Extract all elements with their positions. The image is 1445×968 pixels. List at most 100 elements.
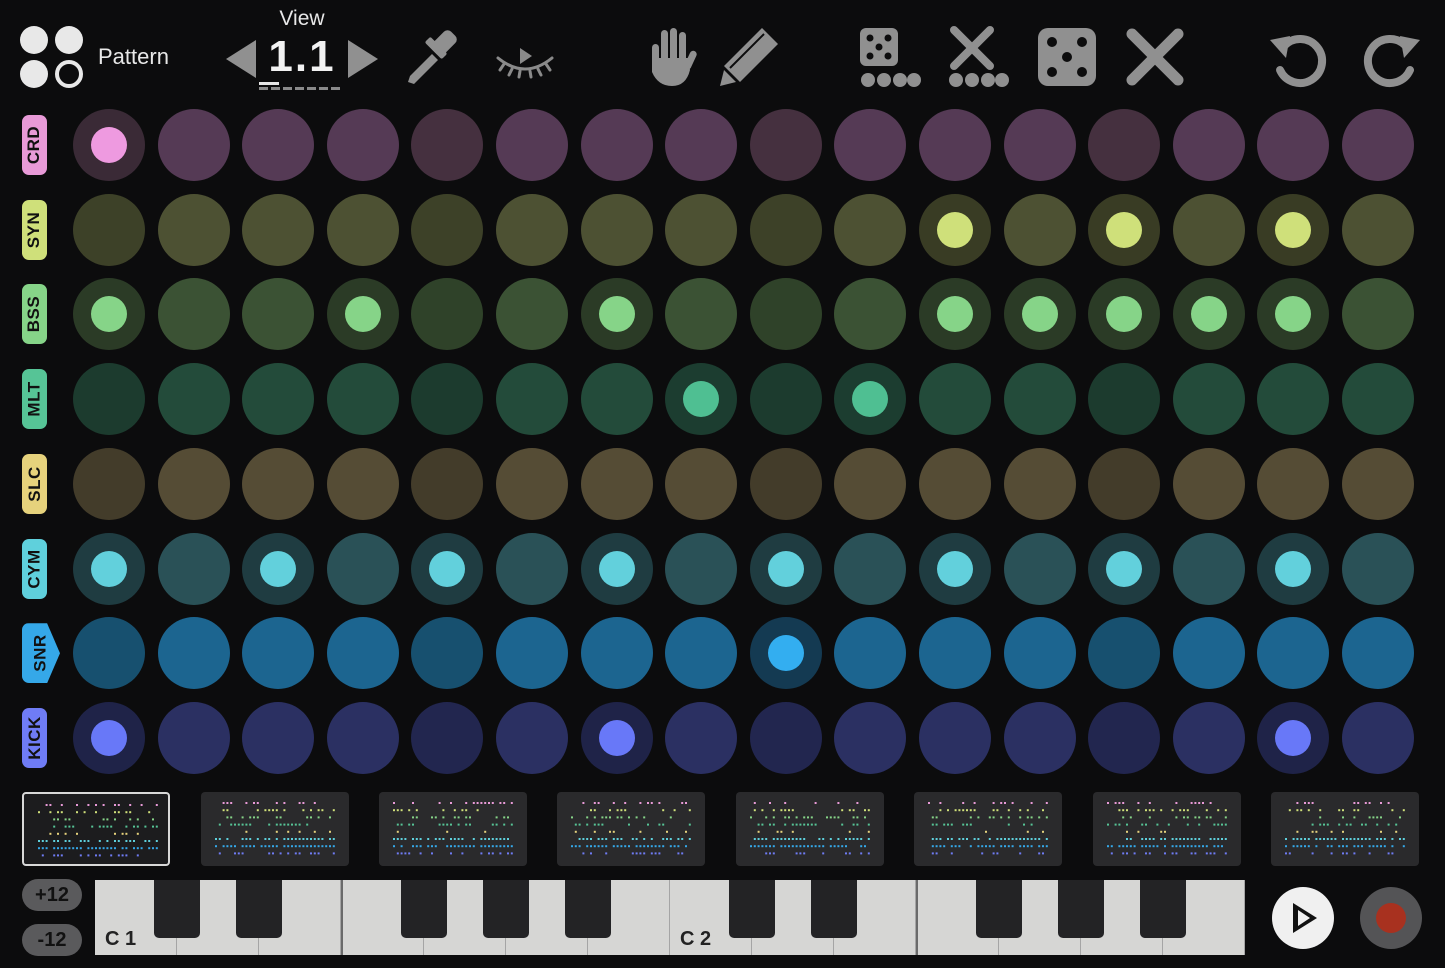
step-pad[interactable] [326, 363, 399, 436]
undo-icon[interactable] [1266, 24, 1332, 90]
step-pad[interactable] [242, 278, 315, 351]
step-pad[interactable] [1172, 617, 1245, 690]
step-pad[interactable] [157, 109, 230, 181]
track-label-syn[interactable]: SYN [22, 199, 47, 260]
track-label-cym[interactable]: CYM [22, 538, 47, 599]
octave-down-button[interactable]: -12 [22, 924, 82, 956]
track-label-snr[interactable]: SNR [22, 623, 60, 684]
step-pad[interactable] [919, 701, 991, 774]
step-pad[interactable] [411, 109, 484, 181]
step-pad[interactable] [157, 278, 230, 351]
step-pad[interactable] [1088, 278, 1161, 351]
step-pad[interactable] [496, 109, 568, 181]
step-pad[interactable] [1003, 278, 1076, 351]
step-pad[interactable] [242, 363, 315, 436]
step-pad[interactable] [326, 109, 399, 181]
step-pad[interactable] [1342, 278, 1414, 351]
step-pad[interactable] [411, 447, 484, 520]
black-key[interactable] [236, 880, 283, 938]
clear-icon[interactable] [1122, 24, 1188, 90]
track-label-mlt[interactable]: MLT [22, 369, 47, 430]
step-pad[interactable] [496, 193, 568, 266]
track-label-bss[interactable]: BSS [22, 284, 47, 345]
step-pad[interactable] [1342, 109, 1414, 181]
step-pad[interactable] [1003, 193, 1076, 266]
step-pad[interactable] [73, 278, 145, 351]
step-pad[interactable] [1172, 109, 1245, 181]
step-pad[interactable] [1172, 363, 1245, 436]
step-pad[interactable] [749, 109, 822, 181]
step-pad[interactable] [242, 532, 315, 605]
step-pad[interactable] [834, 532, 907, 605]
step-pad[interactable] [411, 701, 484, 774]
black-key[interactable] [482, 880, 529, 938]
pattern-thumbnail[interactable] [914, 792, 1062, 866]
step-pad[interactable] [580, 532, 653, 605]
track-label-slc[interactable]: SLC [22, 453, 47, 514]
step-pad[interactable] [1172, 532, 1245, 605]
black-key[interactable] [564, 880, 611, 938]
pattern-thumbnail[interactable] [201, 792, 349, 866]
step-pad[interactable] [1342, 363, 1414, 436]
step-pad[interactable] [411, 363, 484, 436]
black-key[interactable] [400, 880, 447, 938]
step-pad[interactable] [73, 363, 145, 436]
step-pad[interactable] [1172, 447, 1245, 520]
eye-closed-icon[interactable] [492, 24, 558, 90]
step-pad[interactable] [749, 701, 822, 774]
step-pad[interactable] [73, 447, 145, 520]
track-label-crd[interactable]: CRD [22, 115, 47, 175]
step-pad[interactable] [665, 701, 738, 774]
step-pad[interactable] [580, 363, 653, 436]
step-pad[interactable] [580, 617, 653, 690]
step-pad[interactable] [749, 193, 822, 266]
pattern-thumbnail[interactable] [379, 792, 527, 866]
step-pad[interactable] [1342, 193, 1414, 266]
step-pad[interactable] [1342, 447, 1414, 520]
step-pad[interactable] [1088, 617, 1161, 690]
step-pad[interactable] [326, 617, 399, 690]
step-pad[interactable] [749, 447, 822, 520]
step-pad[interactable] [665, 532, 738, 605]
eyedropper-icon[interactable] [400, 24, 466, 90]
step-pad[interactable] [580, 701, 653, 774]
black-key[interactable] [975, 880, 1022, 938]
step-pad[interactable] [919, 617, 991, 690]
step-pad[interactable] [665, 363, 738, 436]
step-pad[interactable] [665, 617, 738, 690]
step-pad[interactable] [834, 193, 907, 266]
hand-icon[interactable] [638, 24, 704, 90]
four-dots-logo-icon[interactable] [20, 26, 86, 92]
step-pad[interactable] [1342, 617, 1414, 690]
step-pad[interactable] [1257, 701, 1330, 774]
step-pad[interactable] [1342, 701, 1414, 774]
step-pad[interactable] [919, 109, 991, 181]
step-pad[interactable] [749, 278, 822, 351]
step-pad[interactable] [1088, 193, 1161, 266]
octave-up-button[interactable]: +12 [22, 879, 82, 911]
step-pad[interactable] [411, 617, 484, 690]
black-key[interactable] [1057, 880, 1104, 938]
step-pad[interactable] [242, 701, 315, 774]
step-pad[interactable] [496, 532, 568, 605]
step-pad[interactable] [157, 701, 230, 774]
step-pad[interactable] [496, 617, 568, 690]
redo-icon[interactable] [1358, 24, 1424, 90]
step-pad[interactable] [496, 447, 568, 520]
step-pad[interactable] [1003, 363, 1076, 436]
step-pad[interactable] [580, 109, 653, 181]
step-pad[interactable] [919, 193, 991, 266]
step-pad[interactable] [665, 278, 738, 351]
step-pad[interactable] [834, 278, 907, 351]
step-pad[interactable] [1257, 532, 1330, 605]
step-pad[interactable] [1257, 193, 1330, 266]
step-pad[interactable] [1172, 278, 1245, 351]
step-pad[interactable] [1257, 447, 1330, 520]
step-pad[interactable] [1088, 447, 1161, 520]
step-pad[interactable] [326, 532, 399, 605]
step-pad[interactable] [1172, 701, 1245, 774]
view-next-button[interactable] [348, 40, 378, 78]
step-pad[interactable] [1003, 109, 1076, 181]
step-pad[interactable] [919, 363, 991, 436]
pattern-thumbnail[interactable] [557, 792, 705, 866]
